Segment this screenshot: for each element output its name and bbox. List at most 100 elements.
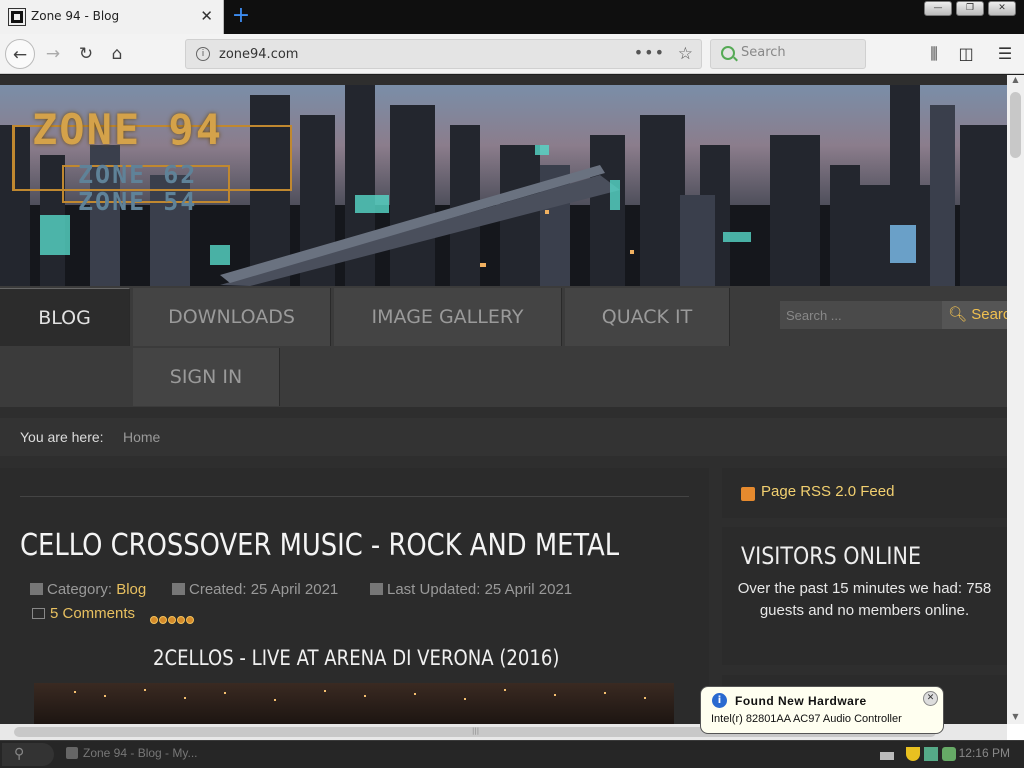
folder-icon [30,583,43,595]
scroll-down-arrow[interactable]: ▼ [1007,712,1024,724]
site-logo-subtitle: ZONE 62 ZONE 54 [78,161,197,215]
site-info-icon[interactable]: i [196,47,210,61]
vertical-scrollbar[interactable]: ▲ ▼ [1007,75,1024,724]
firefox-icon [66,747,78,759]
stage-light [144,689,146,691]
article-category: Category: Blog [30,581,146,598]
rating-star-icon[interactable] [159,616,167,624]
browser-search-box[interactable] [710,39,866,69]
scrollbar-corner [1007,724,1024,740]
stage-light [464,698,466,700]
start-button[interactable]: ⚲ [2,743,54,766]
url-text[interactable]: zone94.com [219,47,298,62]
menu-item-quack-it[interactable]: QUACK IT [565,288,730,346]
menu-hamburger-icon[interactable]: ☰ [990,39,1020,69]
article-updated: Last Updated: 25 April 2021 [370,581,572,598]
rss-icon [741,487,755,501]
menu-item-image-gallery[interactable]: IMAGE GALLERY [334,288,562,346]
stage-light [104,695,106,697]
web-page: ZONE 94 ZONE 62 ZONE 54 BLOG DOWNLOADS I… [0,75,1007,724]
site-search-input[interactable] [780,301,942,329]
stage-light [74,691,76,693]
site-search-button[interactable]: 🔍︎ Searc [942,301,1007,329]
page-actions-icon[interactable]: ••• [634,43,665,62]
calendar-edit-icon [370,583,383,595]
stage-light [224,692,226,694]
rating-star-icon[interactable] [150,616,158,624]
stage-light [504,689,506,691]
article-title[interactable]: CELLO CROSSOVER MUSIC - ROCK AND METAL [20,528,619,563]
video-embed[interactable] [34,683,674,724]
site-logo[interactable]: ZONE 94 [32,105,223,154]
breadcrumb-label: You are here: [20,429,104,445]
keyboard-icon[interactable] [880,752,894,760]
back-button[interactable]: ← [5,39,35,69]
forward-button[interactable]: → [38,39,68,69]
article-created: Created: 25 April 2021 [172,581,338,598]
bookmark-star-icon[interactable]: ☆ [678,44,693,64]
stage-light [274,699,276,701]
network-icon[interactable] [924,747,938,761]
calendar-icon [172,583,185,595]
rss-feed-box: Page RSS 2.0 Feed [722,468,1007,518]
favicon-icon [8,8,26,26]
home-button[interactable]: ⌂ [102,39,132,69]
logo-sub-line-1: ZONE 62 [78,160,198,189]
stage-light [604,692,606,694]
search-engine-icon [721,46,735,60]
tab-close-icon[interactable]: ✕ [200,7,213,25]
category-link[interactable]: Blog [116,581,146,598]
notification-close-button[interactable]: ✕ [923,691,938,706]
sidebar-toggle-icon[interactable]: ◫ [951,39,981,69]
rating-star-icon[interactable] [168,616,176,624]
visitors-text: Over the past 15 minutes we had: 758 gue… [737,580,992,619]
comment-icon [32,608,45,619]
updated-date: Last Updated: 25 April 2021 [387,581,573,598]
menu-item-sign-in[interactable]: SIGN IN [133,348,280,406]
stage-light [414,693,416,695]
stage-light [364,695,366,697]
taskbar: ⚲ Zone 94 - Blog - My... 12:16 PM [0,740,1024,768]
address-bar[interactable]: i zone94.com ••• ☆ [185,39,702,69]
rating-star-icon[interactable] [186,616,194,624]
security-shield-icon[interactable] [906,747,920,761]
browser-search-input[interactable] [741,45,859,60]
breadcrumb: You are here: Home [0,418,1007,456]
star-rating[interactable] [150,609,195,628]
logo-sub-line-2: ZONE 54 [78,187,198,216]
rss-feed-link[interactable]: Page RSS 2.0 Feed [761,483,894,500]
visitors-online-box: VISITORS ONLINE Over the past 15 minutes… [722,527,1007,665]
comments-link[interactable]: 5 Comments [32,605,135,622]
tab-zone94-blog[interactable]: Zone 94 - Blog ✕ [0,0,224,34]
library-icon[interactable]: ⫼ [919,39,949,69]
hardware-tray-icon[interactable] [942,747,956,761]
category-label: Category: [47,581,113,598]
comments-count[interactable]: 5 Comments [50,605,135,622]
stage-light [644,697,646,699]
created-date: Created: 25 April 2021 [189,581,339,598]
taskbar-item-browser[interactable]: Zone 94 - Blog - My... [66,746,198,760]
menu-item-blog[interactable]: BLOG [0,288,130,346]
tab-strip: Zone 94 - Blog ✕ + — ❐ ✕ [0,0,1024,34]
menu-item-downloads[interactable]: DOWNLOADS [133,288,331,346]
rating-star-icon[interactable] [177,616,185,624]
vertical-scroll-thumb[interactable] [1010,92,1021,158]
navigation-toolbar: ← → ↻ ⌂ i zone94.com ••• ☆ ⫼ ◫ ☰ [0,34,1024,74]
scroll-up-arrow[interactable]: ▲ [1007,75,1024,87]
window-close-button[interactable]: ✕ [988,1,1016,16]
hardware-notification[interactable]: i Found New Hardware ✕ Intel(r) 82801AA … [700,686,944,734]
video-title: 2CELLOS - LIVE AT ARENA DI VERONA (2016) [153,646,560,670]
breadcrumb-home-link[interactable]: Home [123,429,160,445]
clock[interactable]: 12:16 PM [959,746,1010,760]
minimize-button[interactable]: — [924,1,952,16]
tab-title: Zone 94 - Blog [31,9,120,23]
info-icon: i [712,693,727,708]
main-menu: BLOG DOWNLOADS IMAGE GALLERY QUACK IT SI… [0,286,1007,407]
stage-light [324,690,326,692]
notification-title: Found New Hardware [735,694,867,708]
site-search-button-label: Searc [971,306,1007,323]
reload-button[interactable]: ↻ [71,39,101,69]
restore-button[interactable]: ❐ [956,1,984,16]
new-tab-button[interactable]: + [230,2,252,30]
desktop: Zone 94 - Blog ✕ + — ❐ ✕ ← → ↻ ⌂ i zone9… [0,0,1024,768]
